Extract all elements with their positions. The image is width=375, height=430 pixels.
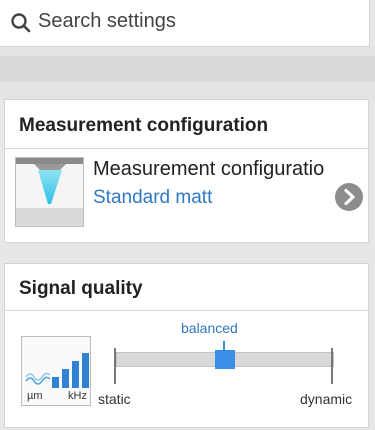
slider-tick xyxy=(331,348,333,384)
slider-handle[interactable] xyxy=(215,350,235,369)
measurement-item-title[interactable]: Measurement configuratio xyxy=(93,158,324,181)
section-title: Measurement configuration xyxy=(19,115,269,136)
slider-tick xyxy=(114,348,116,384)
slider-min-label: static xyxy=(98,391,131,407)
measurement-item-value[interactable]: Standard matt xyxy=(93,187,212,209)
measurement-configuration-card: Measurement configuration Measurement co… xyxy=(4,99,369,243)
search-placeholder[interactable]: Search settings xyxy=(38,10,176,33)
divider xyxy=(5,148,368,149)
search-bar[interactable]: Search settings xyxy=(0,0,370,47)
slider-max-label: dynamic xyxy=(300,391,353,407)
divider xyxy=(5,310,368,311)
signal-quality-card: Signal quality µm kHz balanced static dy… xyxy=(4,263,369,428)
spacer xyxy=(0,47,375,99)
signal-bars-icon: µm kHz xyxy=(21,336,91,406)
search-icon xyxy=(11,13,31,33)
slider-current-label: balanced xyxy=(181,320,238,336)
section-title: Signal quality xyxy=(19,278,143,299)
sensor-beam-icon xyxy=(15,157,84,227)
unit-label-khz: kHz xyxy=(68,390,87,402)
unit-label-um: µm xyxy=(27,390,43,402)
chevron-right-icon[interactable] xyxy=(335,183,363,211)
